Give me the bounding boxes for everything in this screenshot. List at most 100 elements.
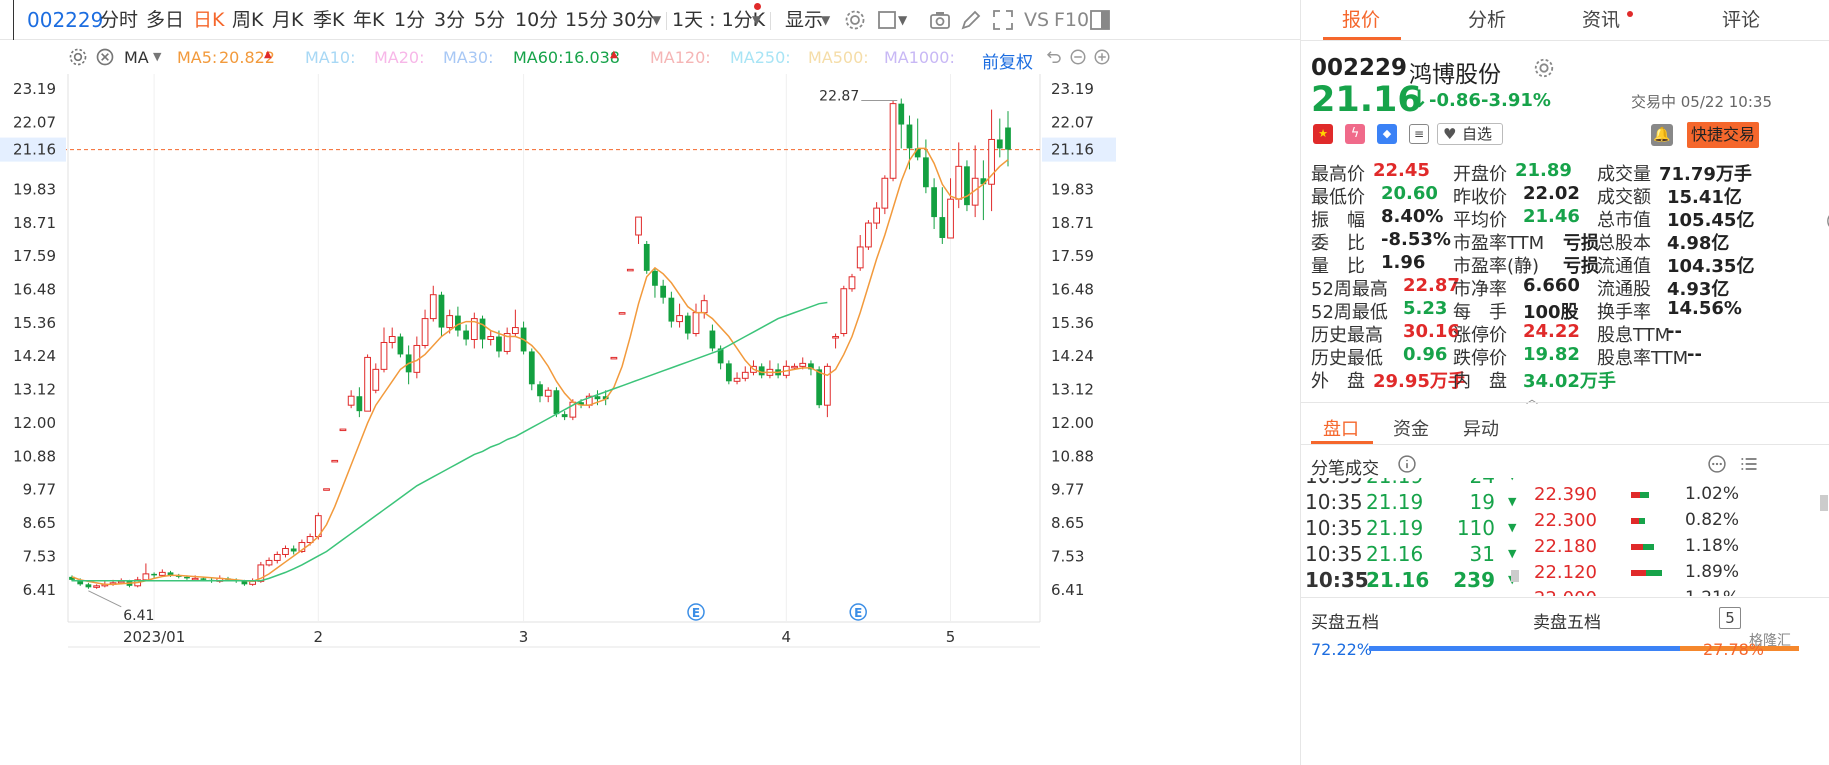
buy-pct: 72.22% [1311, 640, 1373, 659]
candle-body-up [421, 318, 429, 346]
tab-analysis[interactable]: 分析 [1433, 0, 1541, 40]
chevron-down-icon[interactable]: ▼ [153, 50, 161, 63]
zoom-in-icon[interactable] [1093, 48, 1111, 66]
add-watchlist-button[interactable]: ♥ 自选 [1437, 123, 1503, 145]
chevron-down-icon[interactable]: ▼ [821, 0, 830, 40]
period-tab-fenshi[interactable]: 分时 [100, 0, 138, 40]
pencil-icon[interactable] [959, 8, 983, 32]
y-tick-label-right: 15.36 [1051, 314, 1094, 332]
period-tab-multiday[interactable]: 多日 [146, 0, 184, 40]
divider [1301, 597, 1829, 598]
fullscreen-icon[interactable] [991, 8, 1015, 32]
ma60-label: MA60: [513, 48, 564, 67]
camera-icon[interactable] [928, 8, 952, 32]
candle-body-up [347, 395, 355, 406]
lightning-icon[interactable]: ϟ [1345, 124, 1365, 144]
collapse-caret-icon[interactable]: ︿ [1526, 390, 1538, 407]
chevron-down-icon[interactable]: ▼ [652, 0, 661, 40]
stat-value: 19.82 [1523, 344, 1580, 365]
y-tick-label-right: 16.48 [1051, 280, 1094, 298]
settings-gear-icon[interactable] [68, 47, 88, 67]
close-circle-icon[interactable] [95, 47, 115, 67]
candle-body-down [290, 548, 297, 552]
candle-body-up [676, 315, 683, 323]
stock-code: 002229 [1311, 55, 1408, 81]
ma-type-select[interactable]: MA [124, 48, 149, 67]
tab-quote[interactable]: 报价 [1301, 0, 1421, 40]
candle-body-up [323, 488, 330, 491]
high-annotation: 22.87 [819, 89, 859, 105]
sidebar-toggle-icon[interactable] [1088, 8, 1112, 32]
candle-body-down [660, 285, 667, 298]
zoom-out-icon[interactable] [1069, 48, 1087, 66]
candle-body-down [923, 157, 929, 188]
period-tab-quarter[interactable]: 季K [313, 0, 344, 40]
more-icon[interactable] [1707, 454, 1727, 474]
document-icon[interactable]: ≡ [1409, 124, 1429, 144]
current-price-label-right: 21.16 [1051, 141, 1094, 159]
f10-button[interactable]: F10 [1054, 0, 1089, 40]
chart-toolbar: 002229 分时 多日 日K 周K 月K 季K 年K 1分 3分 5分 10分… [0, 0, 1300, 40]
candle-body-down [898, 103, 905, 125]
bell-icon[interactable]: 🔔 [1651, 124, 1673, 146]
orderbook-pct: 1.89% [1685, 562, 1740, 582]
candle-body-up [848, 276, 856, 290]
subtab-capital[interactable]: 资金 [1393, 415, 1429, 441]
orderbook-price: 22.180 [1534, 536, 1597, 557]
chevron-down-icon[interactable]: ▼ [898, 0, 907, 40]
subtab-orderbook[interactable]: 盘口 [1323, 415, 1359, 441]
depth-level-button[interactable]: 5 [1719, 607, 1741, 629]
china-flag-icon[interactable]: ★ [1313, 124, 1333, 144]
candle-body-up [873, 207, 881, 224]
adjust-mode-button[interactable]: 前复权 [982, 48, 1033, 73]
period-tab-week[interactable]: 周K [232, 0, 263, 40]
candle-body-up [865, 222, 872, 248]
candle-body-down [479, 318, 486, 340]
orderbook-pct: 1.18% [1685, 536, 1740, 556]
list-icon[interactable] [1739, 454, 1759, 474]
candle-body-down [652, 270, 658, 286]
y-tick-label-right: 18.71 [1051, 214, 1094, 232]
candle-body-up [511, 327, 519, 335]
heart-icon: ♥ [1443, 125, 1457, 143]
candle-body-up [733, 377, 741, 382]
candle-body-down [397, 336, 404, 355]
period-tab-1min[interactable]: 1分 [394, 0, 425, 40]
candle-body-up [446, 315, 454, 329]
current-price-label-left: 21.16 [13, 141, 56, 159]
quick-trade-button[interactable]: 快捷交易 [1687, 122, 1759, 148]
draw-rectangle-icon[interactable] [876, 8, 900, 32]
candle-body-down [964, 166, 970, 206]
stat-value: 22.87 [1403, 275, 1460, 296]
stock-code-tab[interactable]: 002229 [27, 0, 103, 40]
compare-vs-button[interactable]: VS [1024, 0, 1049, 40]
y-tick-label-left: 22.07 [13, 113, 56, 131]
candle-body-up [955, 165, 963, 200]
tab-news[interactable]: 资讯 [1545, 0, 1657, 40]
period-tab-30min[interactable]: 30分 [612, 0, 655, 40]
tag-icon[interactable]: ◆ [1377, 124, 1397, 144]
settings-gear-icon[interactable] [1533, 57, 1555, 79]
settings-gear-icon[interactable] [843, 8, 867, 32]
period-tab-15min[interactable]: 15分 [565, 0, 608, 40]
period-tab-5min[interactable]: 5分 [474, 0, 505, 40]
ma30-label: MA30: [443, 48, 494, 67]
info-icon[interactable] [1397, 454, 1417, 474]
orderbook-scrollbar[interactable] [1820, 495, 1828, 511]
period-tab-day[interactable]: 日K [193, 0, 224, 40]
candle-body-down [931, 187, 937, 218]
period-tab-3min[interactable]: 3分 [434, 0, 465, 40]
period-tab-year[interactable]: 年K [353, 0, 384, 40]
period-tab-10min[interactable]: 10分 [515, 0, 558, 40]
subtab-movement[interactable]: 异动 [1463, 415, 1499, 441]
undo-icon[interactable] [1045, 48, 1063, 66]
kline-chart[interactable]: 2023/01 2 3 4 5 23.19 23.19 22.07 22.07 19.83 19.8… [0, 74, 1300, 765]
stat-value: 22.02 [1523, 183, 1580, 204]
tab-comments[interactable]: 评论 [1675, 0, 1807, 40]
kline-chart-svg[interactable]: 2023/01 2 3 4 5 23.19 23.19 22.07 22.07 19.83 19.8… [0, 74, 1300, 765]
candle-body-up [791, 365, 798, 369]
y-tick-label-right: 22.07 [1051, 113, 1094, 131]
period-tab-month[interactable]: 月K [272, 0, 303, 40]
display-menu[interactable]: 显示 [785, 0, 823, 40]
candle-body-up [331, 459, 339, 463]
